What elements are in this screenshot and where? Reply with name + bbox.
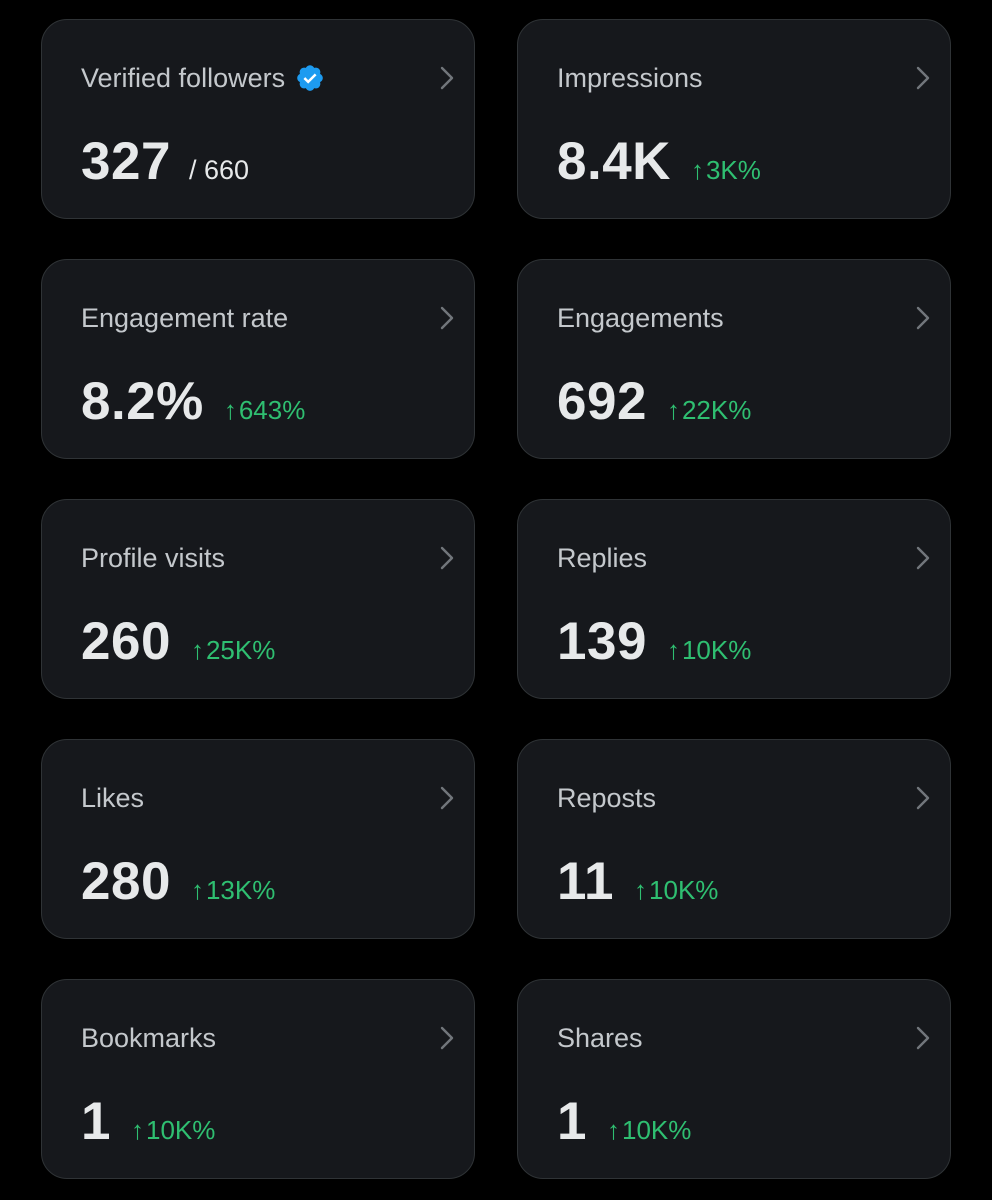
chevron-right-icon[interactable]: [916, 786, 930, 810]
metric-change: ↑ 13K%: [191, 875, 275, 905]
likes-card[interactable]: Likes 280 ↑ 13K%: [41, 739, 475, 939]
metric-total: / 660: [188, 155, 249, 185]
card-title-label: Verified followers: [81, 63, 286, 93]
metric-change: ↑ 10K%: [131, 1115, 215, 1145]
profile-visits-card[interactable]: Profile visits 260 ↑ 25K%: [41, 499, 475, 699]
metric-value: 8.2%: [81, 372, 204, 431]
metric-value-row: 1 ↑ 10K%: [81, 1092, 215, 1152]
metric-value-row: 260 ↑ 25K%: [81, 612, 275, 672]
metric-value-row: 139 ↑ 10K%: [557, 612, 751, 672]
card-title-label: Reposts: [557, 783, 657, 813]
arrow-up-icon: ↑: [130, 1115, 144, 1145]
metric-change-value: 10K%: [681, 635, 752, 665]
metric-change-value: 22K%: [681, 395, 752, 425]
metric-change: ↑ 10K%: [607, 1115, 691, 1145]
card-title: Profile visits: [81, 542, 225, 574]
chevron-right-icon[interactable]: [916, 66, 930, 90]
metric-change-value: 10K%: [649, 875, 719, 905]
metric-value: 1: [557, 1092, 587, 1151]
metric-value-row: 11 ↑ 10K%: [557, 852, 718, 912]
metric-change-value: 10K%: [621, 1115, 692, 1145]
metric-change: ↑ 10K%: [634, 875, 718, 905]
arrow-up-icon: ↑: [223, 395, 237, 425]
metric-change-value: 10K%: [145, 1115, 216, 1145]
metric-value-row: 8.4K ↑ 3K%: [557, 132, 761, 192]
verified-followers-card[interactable]: Verified followers 327 / 660: [41, 19, 475, 219]
arrow-up-icon: ↑: [666, 395, 680, 425]
card-title: Reposts: [557, 782, 656, 814]
replies-card[interactable]: Replies 139 ↑ 10K%: [517, 499, 951, 699]
metric-value: 327: [81, 132, 171, 191]
metric-change: ↑ 25K%: [191, 635, 275, 665]
engagements-card[interactable]: Engagements 692 ↑ 22K%: [517, 259, 951, 459]
chevron-right-icon[interactable]: [916, 546, 930, 570]
metric-value-row: 280 ↑ 13K%: [81, 852, 275, 912]
card-title: Likes: [81, 782, 144, 814]
metric-value-row: 8.2% ↑ 643%: [81, 372, 305, 432]
card-title-label: Impressions: [557, 63, 703, 93]
engagement-rate-card[interactable]: Engagement rate 8.2% ↑ 643%: [41, 259, 475, 459]
reposts-card[interactable]: Reposts 11 ↑ 10K%: [517, 739, 951, 939]
metric-value: 280: [81, 852, 171, 911]
card-title: Engagements: [557, 302, 724, 334]
card-title-label: Engagement rate: [81, 303, 289, 333]
metric-value: 260: [81, 612, 171, 671]
arrow-up-icon: ↑: [190, 875, 204, 905]
card-title: Shares: [557, 1022, 643, 1054]
card-title-label: Engagements: [557, 303, 724, 333]
arrow-up-icon: ↑: [634, 875, 648, 905]
card-title: Engagement rate: [81, 302, 288, 334]
chevron-right-icon[interactable]: [916, 1026, 930, 1050]
metric-change-value: 25K%: [205, 635, 276, 665]
chevron-right-icon[interactable]: [916, 306, 930, 330]
metric-change: ↑ 643%: [224, 395, 306, 425]
card-title-label: Shares: [557, 1023, 643, 1053]
metric-change: ↑ 10K%: [667, 635, 751, 665]
metric-value-row: 1 ↑ 10K%: [557, 1092, 691, 1152]
card-title: Impressions: [557, 62, 703, 94]
verified-badge-icon: [297, 65, 323, 91]
metric-change-value: 3K%: [705, 155, 761, 185]
card-title-label: Replies: [557, 543, 648, 573]
arrow-up-icon: ↑: [666, 635, 680, 665]
metric-value: 139: [557, 612, 647, 671]
metric-value-row: 692 ↑ 22K%: [557, 372, 751, 432]
card-title: Bookmarks: [81, 1022, 216, 1054]
arrow-up-icon: ↑: [606, 1115, 620, 1145]
chevron-right-icon[interactable]: [440, 786, 454, 810]
card-title: Replies: [557, 542, 647, 574]
shares-card[interactable]: Shares 1 ↑ 10K%: [517, 979, 951, 1179]
impressions-card[interactable]: Impressions 8.4K ↑ 3K%: [517, 19, 951, 219]
chevron-right-icon[interactable]: [440, 66, 454, 90]
card-title-label: Likes: [81, 783, 145, 813]
arrow-up-icon: ↑: [190, 635, 204, 665]
card-title: Verified followers: [81, 62, 325, 94]
card-title-label: Profile visits: [81, 543, 226, 573]
metric-change: ↑ 3K%: [691, 155, 761, 185]
chevron-right-icon[interactable]: [440, 546, 454, 570]
metric-value: 692: [557, 372, 647, 431]
chevron-right-icon[interactable]: [440, 1026, 454, 1050]
metric-change: ↑ 22K%: [667, 395, 751, 425]
metrics-grid: Verified followers 327 / 660 Impressions…: [41, 19, 951, 1179]
bookmarks-card[interactable]: Bookmarks 1 ↑ 10K%: [41, 979, 475, 1179]
metric-change-value: 643%: [238, 395, 306, 425]
chevron-right-icon[interactable]: [440, 306, 454, 330]
metric-value: 1: [81, 1092, 111, 1151]
metric-value: 11: [557, 852, 615, 911]
arrow-up-icon: ↑: [690, 155, 704, 185]
metric-value-row: 327 / 660: [81, 132, 249, 192]
metric-change-value: 13K%: [205, 875, 276, 905]
card-title-label: Bookmarks: [81, 1023, 217, 1053]
metric-value: 8.4K: [557, 132, 671, 191]
